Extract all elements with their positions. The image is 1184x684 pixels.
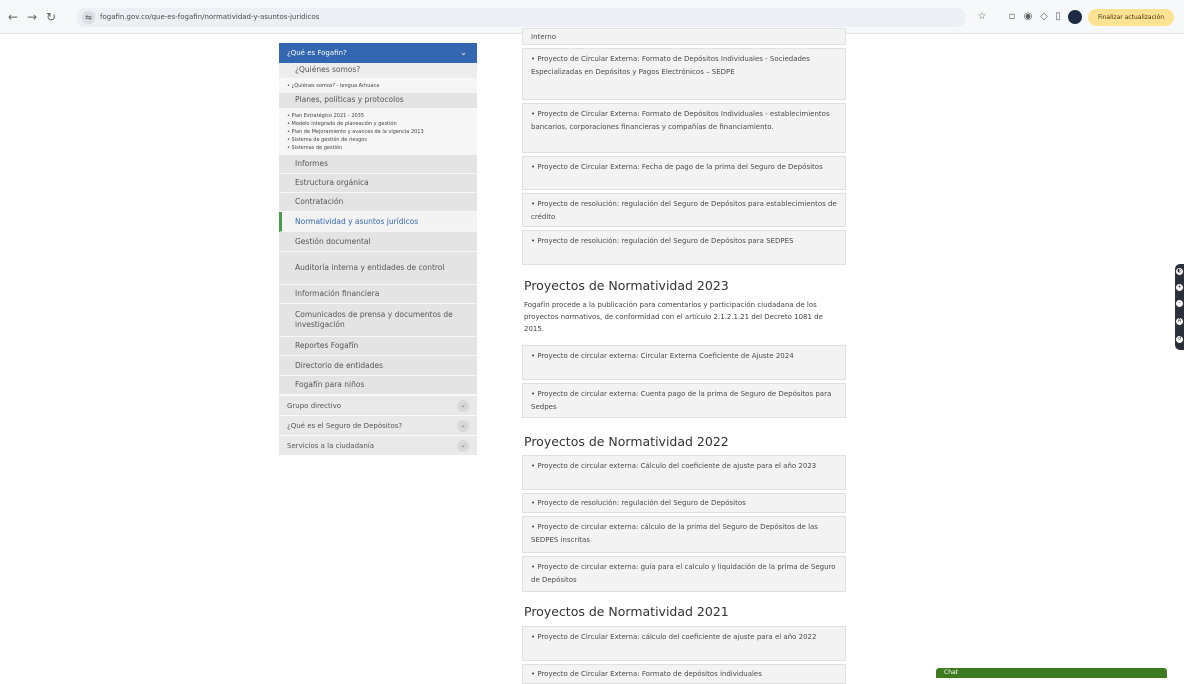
sidebar-link[interactable]: ¿Quiénes somos? - lengua Arhuaca: [287, 82, 473, 90]
list-item[interactable]: • Proyecto de circular externa: Cuenta p…: [522, 383, 846, 418]
sidebar-item-normatividad[interactable]: Normatividad y asuntos jurídicos: [279, 212, 477, 232]
list-item[interactable]: • Proyecto de Circular Externa: Fecha de…: [522, 156, 846, 190]
contrast-icon[interactable]: ◐: [1176, 268, 1183, 275]
star-icon[interactable]: ☆: [976, 11, 988, 23]
extension-icon[interactable]: ◉: [1022, 11, 1034, 23]
sidebar-item-informacion-financiera[interactable]: Información financiera: [279, 285, 477, 304]
chevron-down-icon: ⌄: [460, 48, 467, 57]
list-item[interactable]: • Proyecto de Circular Externa: Formato …: [522, 103, 846, 153]
list-item[interactable]: • Proyecto de circular externa: cálculo …: [522, 516, 846, 553]
reload-icon[interactable]: ↻: [44, 10, 58, 24]
sidebar-bullet-list: Plan Estratégico 2021 - 2035 Modelo inte…: [279, 109, 477, 155]
list-item[interactable]: • Proyecto de Circular Externa: cálculo …: [522, 626, 846, 661]
sidebar-link[interactable]: Plan de Mejoramiento y avances de la vig…: [287, 128, 473, 136]
reset-icon[interactable]: ↺: [1176, 336, 1183, 343]
sidebar-link[interactable]: Plan Estratégico 2021 - 2035: [287, 112, 473, 120]
section-title-2023: Proyectos de Normatividad 2023: [524, 278, 729, 293]
sidebar-link[interactable]: Sistemas de gestión: [287, 144, 473, 152]
sidebar-header-label: ¿Qué es Fogafin?: [287, 49, 347, 57]
chevron-down-icon: ⌄: [457, 419, 469, 432]
section-description: Fogafín procede a la publicación para co…: [524, 301, 823, 333]
sidebar-link[interactable]: Sistema de gestión de riesgos: [287, 136, 473, 144]
chevron-down-icon: ⌄: [457, 439, 469, 452]
update-button[interactable]: Finalizar actualización: [1088, 9, 1174, 26]
side-panel-icon[interactable]: ▯: [1052, 11, 1064, 23]
list-item[interactable]: • Proyecto de circular externa: Cálculo …: [522, 455, 846, 490]
section-title-2022: Proyectos de Normatividad 2022: [524, 434, 729, 449]
sidebar-item-contratacion[interactable]: Contratación: [279, 193, 477, 212]
sidebar-item-informes[interactable]: Informes: [279, 155, 477, 174]
sidebar-group-servicios[interactable]: Servicios a la ciudadanía ⌄: [279, 435, 477, 455]
list-item[interactable]: • Proyecto de Circular Externa: Formato …: [522, 664, 846, 684]
sidebar-item-reportes[interactable]: Reportes Fogafín: [279, 337, 477, 356]
site-info-icon[interactable]: ⇋: [82, 11, 95, 24]
sidebar-item-gestion-documental[interactable]: Gestión documental: [279, 232, 477, 252]
list-item[interactable]: • Proyecto de circular externa: guía par…: [522, 556, 846, 592]
sidebar-bullet-list: ¿Quiénes somos? - lengua Arhuaca: [279, 79, 477, 93]
chevron-down-icon: ⌄: [457, 399, 469, 412]
list-item[interactable]: • Proyecto de resolución: regulación del…: [522, 230, 846, 265]
sidebar-item-ninos[interactable]: Fogafín para niños: [279, 376, 477, 395]
sidebar-header[interactable]: ¿Qué es Fogafin? ⌄: [279, 43, 477, 63]
sidebar-group-seguro[interactable]: ¿Qué es el Seguro de Depósitos? ⌄: [279, 415, 477, 435]
list-item[interactable]: • Proyecto de circular externa: Circular…: [522, 345, 846, 380]
sidebar-group-label: Grupo directivo: [287, 401, 342, 410]
section-title-2021: Proyectos de Normatividad 2021: [524, 604, 729, 619]
sidebar-item-directorio[interactable]: Directorio de entidades: [279, 356, 477, 376]
sidebar-item-estructura[interactable]: Estructura orgánica: [279, 174, 477, 193]
zoom-out-icon[interactable]: -: [1176, 300, 1183, 307]
sidebar-link[interactable]: Modelo integrado de planeación y gestión: [287, 120, 473, 128]
url-text: fogafin.gov.co/que-es-fogafin/normativid…: [100, 13, 320, 21]
extension-icon[interactable]: ▫: [1006, 11, 1018, 23]
list-item[interactable]: • Proyecto de resolución: regulación del…: [522, 193, 846, 227]
list-item[interactable]: • Proyecto de resolución: regulación del…: [522, 493, 846, 513]
accessibility-toolbar: ◐ + - A ↺: [1175, 264, 1184, 350]
forward-arrow-icon[interactable]: →: [25, 10, 39, 24]
profile-icon[interactable]: [1068, 10, 1082, 24]
list-item[interactable]: Interno: [522, 28, 846, 45]
text-size-icon[interactable]: A: [1176, 318, 1183, 325]
sidebar-item-auditoria[interactable]: Auditoría interna y entidades de control: [279, 252, 477, 285]
chat-widget[interactable]: Chat: [936, 668, 1167, 678]
list-item[interactable]: • Proyecto de Circular Externa: Formato …: [522, 48, 846, 100]
puzzle-icon[interactable]: ◇: [1038, 11, 1050, 23]
sidebar-nav: ¿Qué es Fogafin? ⌄ ¿Quiénes somos? ¿Quié…: [279, 43, 477, 455]
sidebar-item-planes[interactable]: Planes, políticas y protocolos: [279, 93, 477, 109]
address-bar[interactable]: ⇋ fogafin.gov.co/que-es-fogafin/normativ…: [76, 8, 966, 27]
sidebar-group-label: Servicios a la ciudadanía: [287, 441, 375, 450]
sidebar-group-label: ¿Qué es el Seguro de Depósitos?: [287, 421, 403, 430]
back-arrow-icon[interactable]: ←: [6, 10, 20, 24]
zoom-in-icon[interactable]: +: [1176, 284, 1183, 291]
sidebar-item-quienes[interactable]: ¿Quiénes somos?: [279, 63, 477, 79]
sidebar-item-comunicados[interactable]: Comunicados de prensa y documentos de in…: [279, 304, 477, 337]
sidebar-group-grupo-directivo[interactable]: Grupo directivo ⌄: [279, 395, 477, 415]
